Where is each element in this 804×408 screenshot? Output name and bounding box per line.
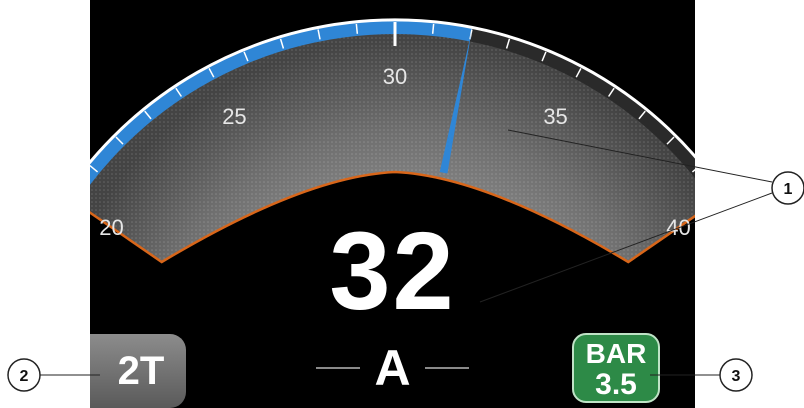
callout-3: 3: [719, 358, 753, 392]
callout-overlay: 1 2 3: [7, 129, 804, 392]
callout-3-label: 3: [732, 368, 741, 385]
callout-2-label: 2: [20, 368, 29, 385]
callout-2: 2: [7, 358, 41, 392]
callout-1-label: 1: [784, 181, 793, 198]
callout-1: 1: [771, 171, 804, 205]
callout-lines: [40, 129, 773, 376]
